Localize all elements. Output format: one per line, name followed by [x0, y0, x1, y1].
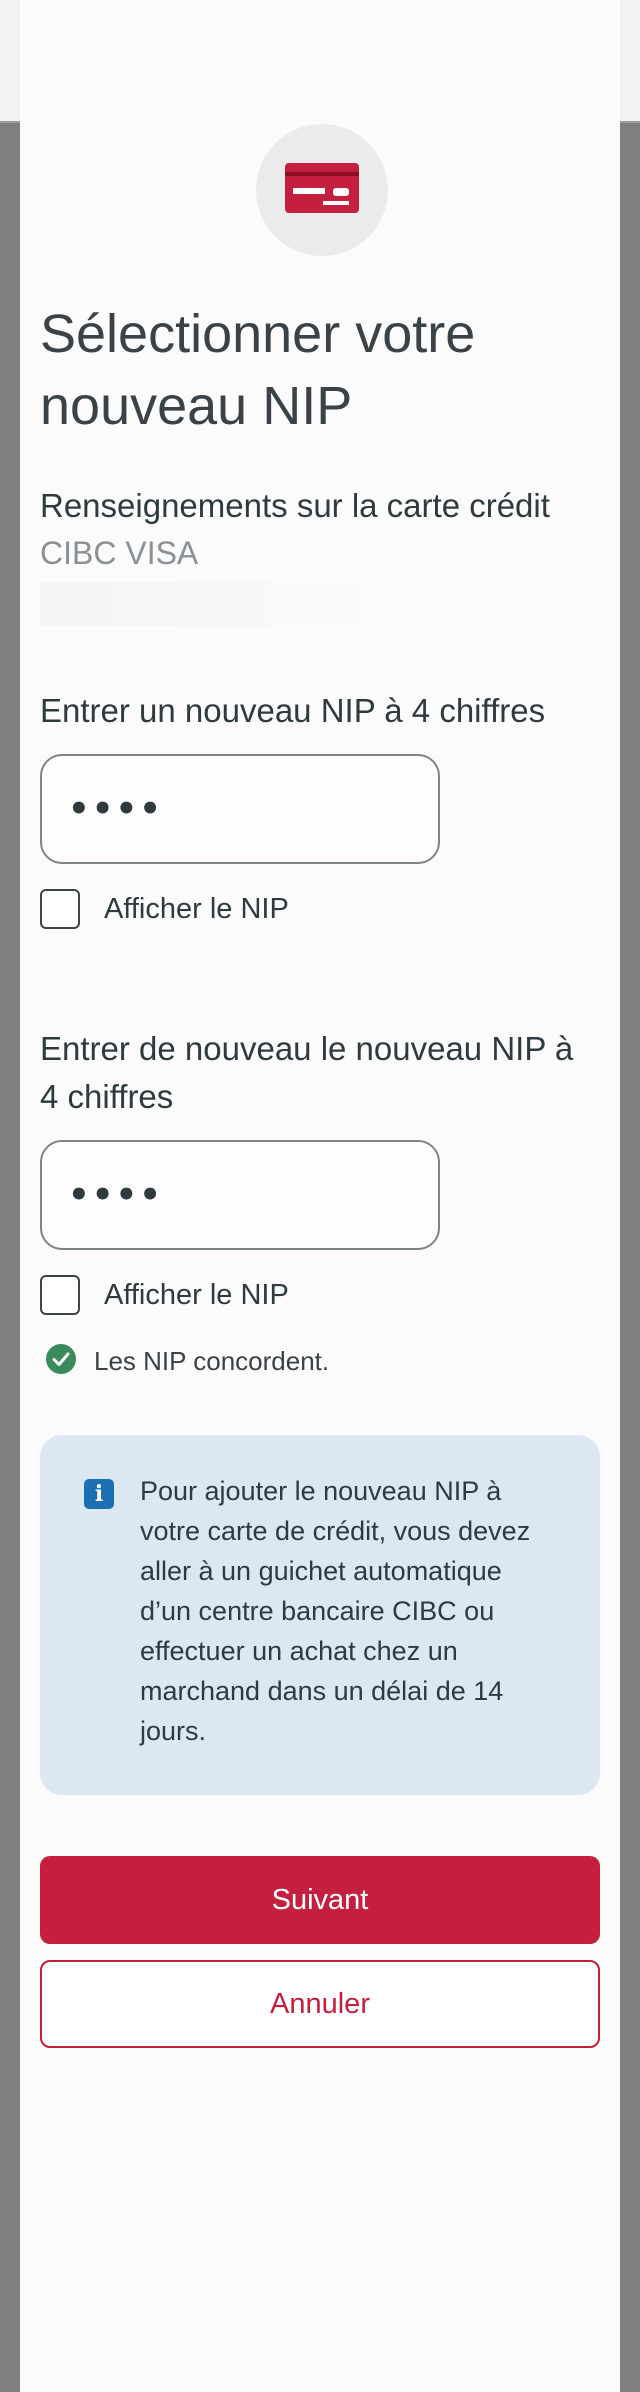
show-new-pin-checkbox[interactable] [40, 889, 80, 929]
card-info-label: Renseignements sur la carte crédit [40, 487, 550, 524]
info-notice: i Pour ajouter le nouveau NIP à votre ca… [40, 1435, 600, 1795]
info-text: Pour ajouter le nouveau NIP à votre cart… [140, 1476, 531, 1746]
show-confirm-pin-row[interactable]: Afficher le NIP [40, 1275, 289, 1315]
card-icon-badge [256, 124, 388, 256]
masked-card-number [40, 582, 380, 626]
page-title: Sélectionner votre nouveau NIP [40, 304, 476, 436]
select-pin-dialog: Sélectionner votre nouveau NIP Renseigne… [20, 0, 620, 2392]
show-new-pin-row[interactable]: Afficher le NIP [40, 889, 289, 929]
new-pin-input[interactable] [40, 754, 440, 864]
info-icon: i [84, 1479, 114, 1509]
card-type: CIBC VISA [40, 535, 199, 571]
next-button[interactable]: Suivant [40, 1856, 600, 1944]
show-new-pin-label: Afficher le NIP [104, 892, 289, 925]
confirm-pin-label: Entrer de nouveau le nouveau NIP à 4 chi… [40, 1030, 574, 1115]
pin-match-message: Les NIP concordent. [46, 1344, 329, 1379]
check-circle-icon [46, 1344, 76, 1379]
pin-match-text: Les NIP concordent. [94, 1346, 330, 1376]
cancel-button[interactable]: Annuler [40, 1960, 600, 2048]
credit-card-icon [285, 162, 359, 218]
show-confirm-pin-checkbox[interactable] [40, 1275, 80, 1315]
confirm-pin-input[interactable] [40, 1140, 440, 1250]
new-pin-label: Entrer un nouveau NIP à 4 chiffres [40, 692, 546, 729]
show-confirm-pin-label: Afficher le NIP [104, 1278, 289, 1311]
